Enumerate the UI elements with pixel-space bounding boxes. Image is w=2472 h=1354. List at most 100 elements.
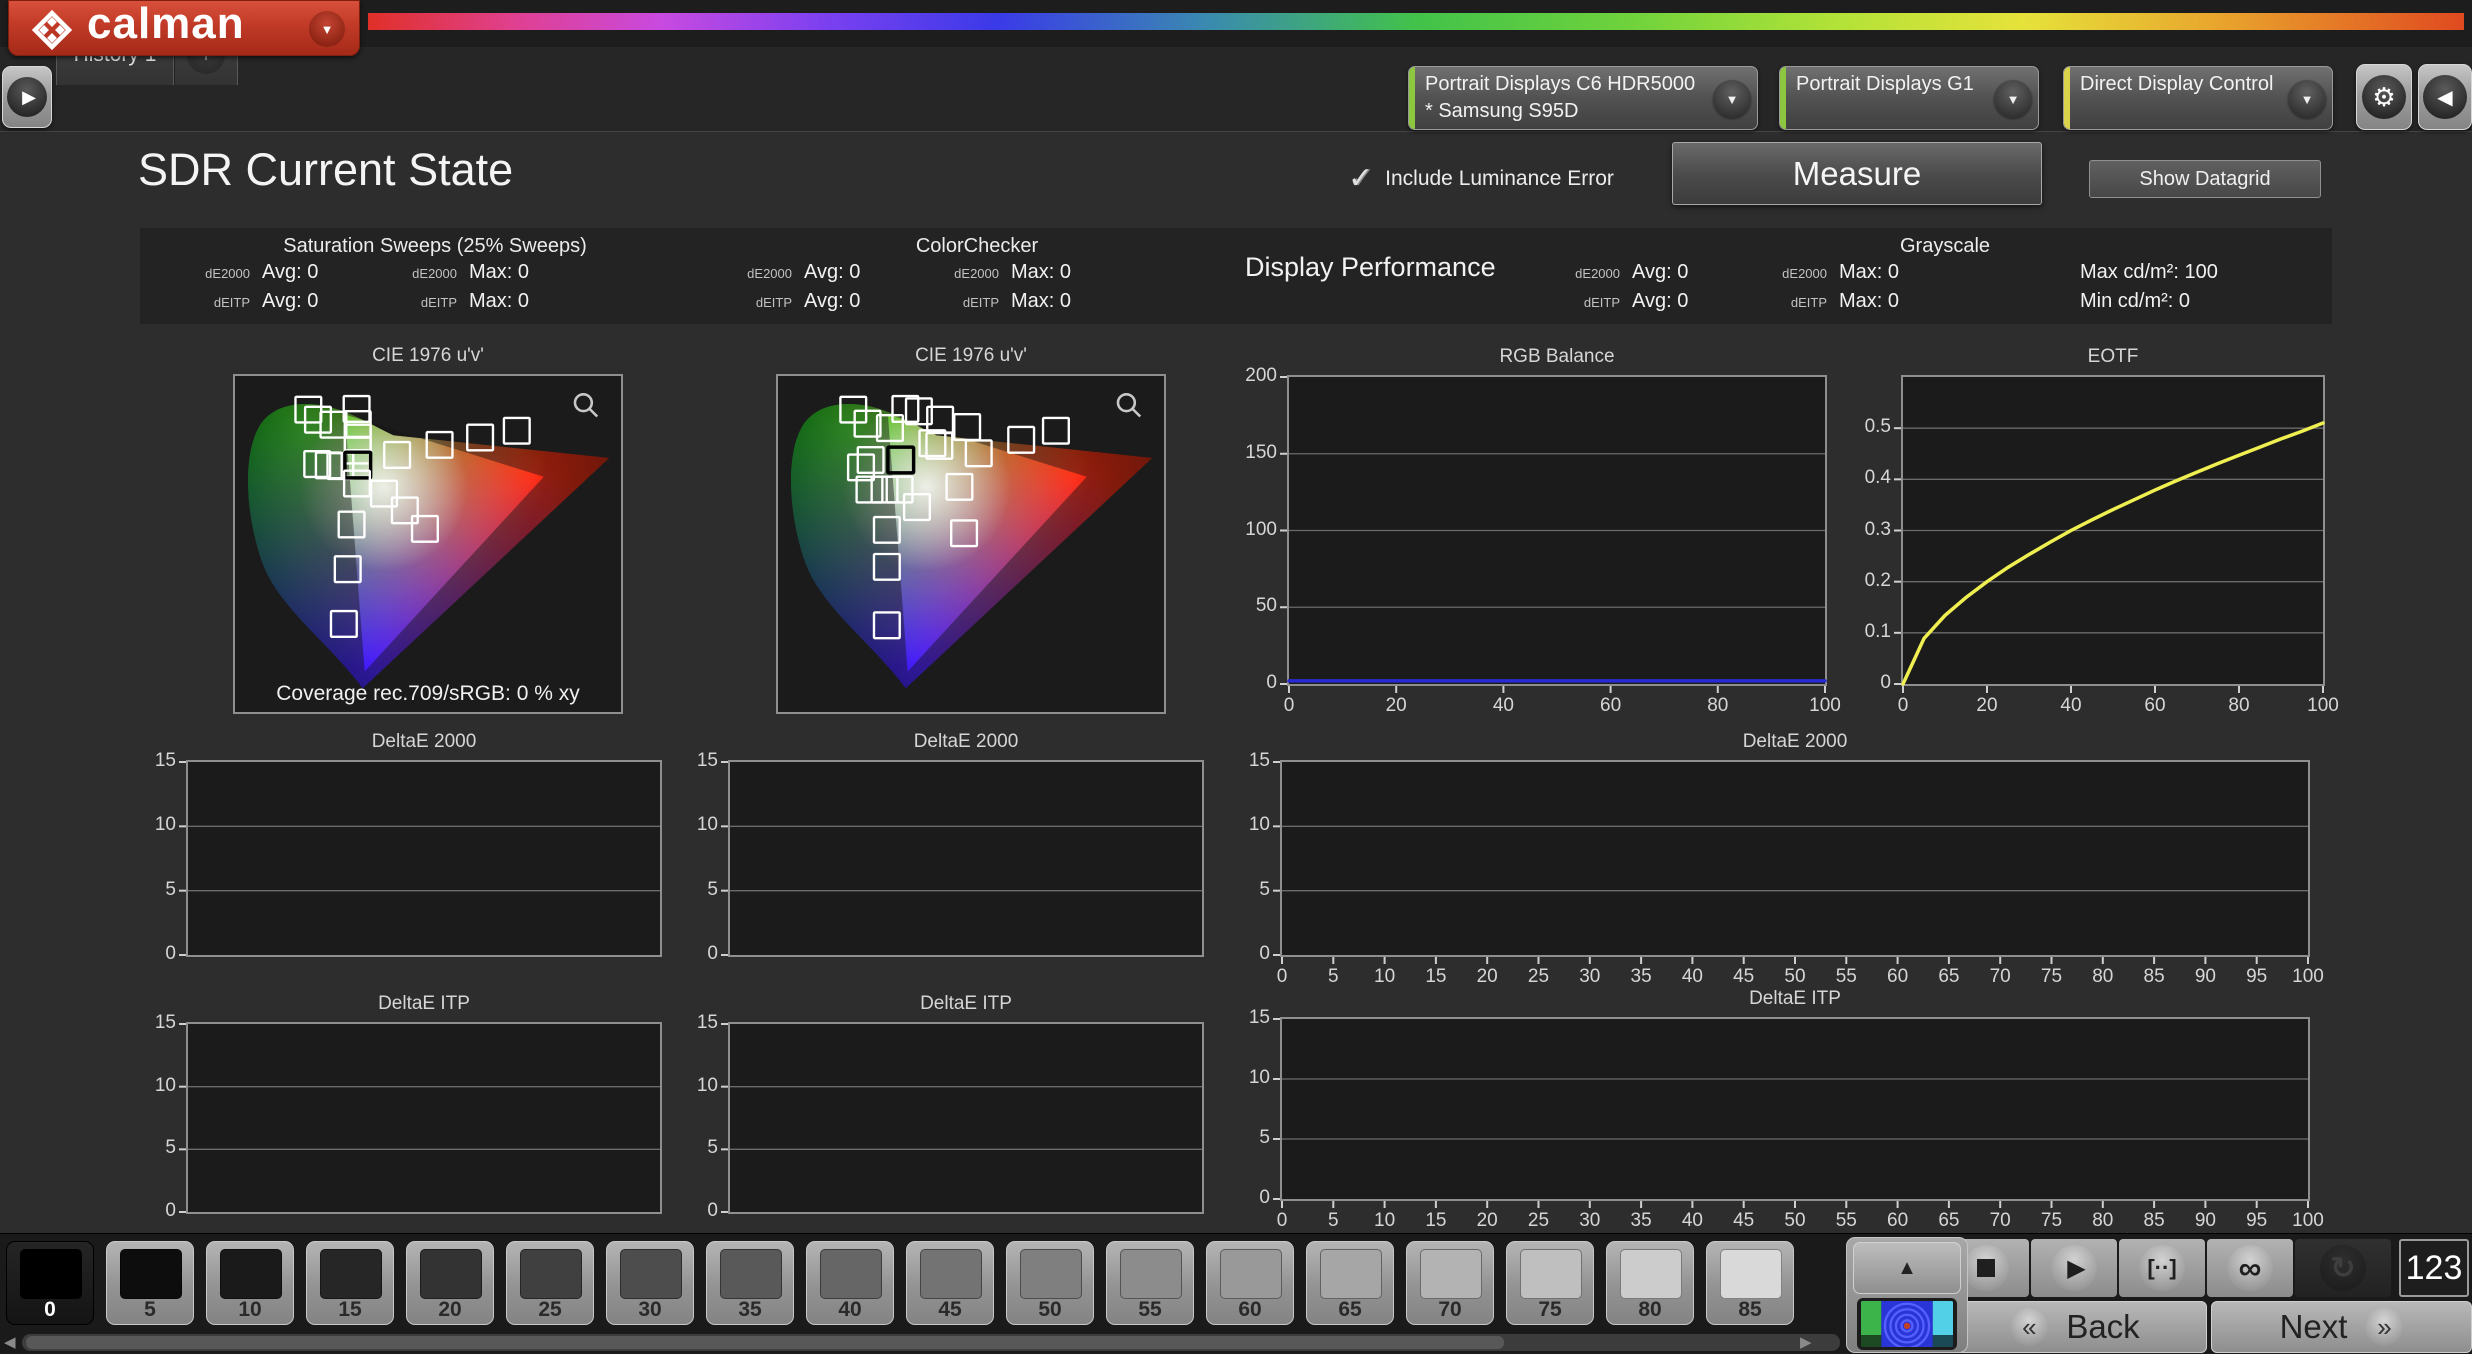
grayscale-patch-25[interactable]: 25 [506, 1241, 594, 1325]
y-tick-label: 0 [165, 943, 176, 964]
stat-value: Max: 0 [1839, 261, 1900, 283]
patch-color [20, 1249, 82, 1299]
source-dropdown-line1: Portrait Displays G1 [1796, 73, 1974, 95]
stat-value: Min cd/m²: 0 [2080, 290, 2191, 312]
x-tick-label: 90 [2194, 1210, 2216, 1231]
patch-label: 55 [1138, 1298, 1162, 1321]
show-datagrid-button[interactable]: Show Datagrid [2089, 160, 2321, 198]
patch-label: 80 [1638, 1298, 1662, 1321]
sync-button[interactable]: ↻ [2295, 1239, 2391, 1297]
stat-value: Avg: 0 [1632, 290, 1689, 312]
calman-logo-button[interactable]: calman ▼ [8, 0, 360, 56]
grayscale-patch-80[interactable]: 80 [1606, 1241, 1694, 1325]
play-button[interactable]: ▶ [2031, 1239, 2117, 1297]
scrollbar-right-arrow[interactable]: ▶ [1800, 1333, 1812, 1351]
scrollbar-left-arrow[interactable]: ◀ [4, 1333, 16, 1351]
gear-icon: ⚙ [2362, 75, 2406, 119]
stat-metric-label: dEITP [1583, 295, 1620, 310]
grayscale-patch-5[interactable]: 5 [106, 1241, 194, 1325]
x-tick-label: 15 [1425, 966, 1447, 987]
y-tick-label: 5 [707, 1137, 718, 1159]
patch-color [520, 1249, 582, 1299]
x-tick-label: 20 [1385, 695, 1407, 716]
x-tick-label: 40 [1681, 966, 1703, 987]
collapse-panel-button[interactable]: ◀ [2418, 64, 2472, 130]
grayscale-patch-0[interactable]: 0 [6, 1241, 94, 1325]
patch-color [1420, 1249, 1482, 1299]
measure-button[interactable]: Measure [1672, 142, 2042, 205]
deltae-itp-chart-wide: DeltaE ITP 0 5 10 15 0 5 10 15 20 25 30 35 40 45 50 55 60… [1249, 988, 2324, 1231]
patch-label: 30 [638, 1298, 662, 1321]
x-tick-label: 25 [1527, 1210, 1550, 1231]
grayscale-patch-40[interactable]: 40 [806, 1241, 894, 1325]
grayscale-patch-50[interactable]: 50 [1006, 1241, 1094, 1325]
panel-expand-button[interactable]: ▶ [2, 66, 52, 128]
eotf-chart: EOTF 0 0.1 0.2 0.3 0.4 0.5 0 20 40 60 80 100 [1865, 346, 2339, 716]
x-tick-label: 10 [1374, 966, 1396, 987]
chart-title: CIE 1976 u'v' [372, 345, 484, 366]
stat-value: Max: 0 [1011, 261, 1072, 283]
x-tick-label: 95 [2246, 966, 2268, 987]
chart-title: RGB Balance [1499, 346, 1615, 367]
next-button[interactable]: Next » [2211, 1301, 2472, 1353]
include-luminance-checkbox[interactable]: ✓ Include Luminance Error [1348, 164, 1614, 194]
y-tick-label: 0 [1259, 1187, 1270, 1208]
grayscale-patch-45[interactable]: 45 [906, 1241, 994, 1325]
pattern-scrollbar-thumb[interactable] [26, 1336, 1504, 1349]
grayscale-patch-10[interactable]: 10 [206, 1241, 294, 1325]
pattern-scrollbar-track[interactable] [22, 1334, 1840, 1351]
coverage-annotation: Coverage rec.709/sRGB: 0 % xy [276, 682, 580, 705]
x-tick-label: 45 [1733, 966, 1755, 987]
next-label: Next [2279, 1308, 2348, 1345]
pattern-counter[interactable]: 123 [2399, 1239, 2469, 1297]
y-tick-label: 0.2 [1864, 569, 1891, 591]
patch-label: 75 [1538, 1298, 1562, 1321]
display-control-dropdown[interactable]: Direct Display Control ▼ [2063, 66, 2333, 130]
back-button[interactable]: « Back [1943, 1301, 2207, 1353]
patch-color [120, 1249, 182, 1299]
y-tick-label: 0.5 [1864, 416, 1891, 438]
stat-metric-label: dEITP [755, 295, 792, 310]
stop-icon [1963, 1245, 2009, 1291]
meter-dropdown[interactable]: Portrait Displays C6 HDR5000 * Samsung S… [1408, 66, 1758, 130]
grayscale-stats: Grayscale dE2000 Avg: 0 dE2000 Max: 0 Max cd/… [1560, 235, 2330, 319]
x-tick-label: 85 [2143, 1210, 2165, 1231]
grayscale-patch-30[interactable]: 30 [606, 1241, 694, 1325]
y-tick-label: 0 [707, 943, 718, 964]
x-tick-label: 50 [1784, 1210, 1806, 1231]
interval-button[interactable]: [··] [2119, 1239, 2205, 1297]
settings-button[interactable]: ⚙ [2356, 64, 2412, 130]
x-tick-label: 60 [2144, 695, 2166, 716]
y-tick-label: 10 [154, 1074, 176, 1096]
grayscale-patch-60[interactable]: 60 [1206, 1241, 1294, 1325]
pattern-strip-bar: 0 5 10 15 20 25 30 35 40 45 50 55 60 65 70 75 80 85 ▲ [0, 1233, 2472, 1354]
y-tick-label: 0 [707, 1200, 718, 1221]
patch-label: 0 [44, 1298, 56, 1321]
patch-color [920, 1249, 982, 1299]
loop-continuous-button[interactable]: ∞ [2207, 1239, 2293, 1297]
x-tick-label: 30 [1579, 966, 1601, 987]
grayscale-patch-35[interactable]: 35 [706, 1241, 794, 1325]
source-dropdown[interactable]: Portrait Displays G1 ▼ [1779, 66, 2039, 130]
y-tick-label: 0 [1266, 672, 1277, 693]
x-tick-label: 20 [1976, 695, 1998, 716]
stat-row: dEITP Avg: 0 dEITP Max: 0 [190, 290, 680, 319]
scroll-up-button[interactable]: ▲ [1853, 1242, 1961, 1294]
calman-app: calman ▼ ▶ History 1 + Portrait Displays… [0, 0, 2472, 1354]
x-tick-label: 5 [1328, 1210, 1339, 1231]
patch-color [820, 1249, 882, 1299]
header-bar [0, 0, 2472, 47]
x-tick-label: 20 [1476, 1210, 1498, 1231]
y-tick-label: 0.1 [1864, 620, 1891, 642]
grayscale-patch-85[interactable]: 85 [1706, 1241, 1794, 1325]
grayscale-patch-20[interactable]: 20 [406, 1241, 494, 1325]
magnifier-zoom-icon[interactable] [573, 392, 599, 418]
grayscale-patch-65[interactable]: 65 [1306, 1241, 1394, 1325]
grayscale-patch-15[interactable]: 15 [306, 1241, 394, 1325]
grayscale-patch-70[interactable]: 70 [1406, 1241, 1494, 1325]
grayscale-patch-75[interactable]: 75 [1506, 1241, 1594, 1325]
pattern-preview-button[interactable] [1857, 1298, 1957, 1350]
magnifier-zoom-icon[interactable] [1116, 392, 1142, 418]
stat-value: Avg: 0 [1632, 261, 1689, 283]
grayscale-patch-55[interactable]: 55 [1106, 1241, 1194, 1325]
